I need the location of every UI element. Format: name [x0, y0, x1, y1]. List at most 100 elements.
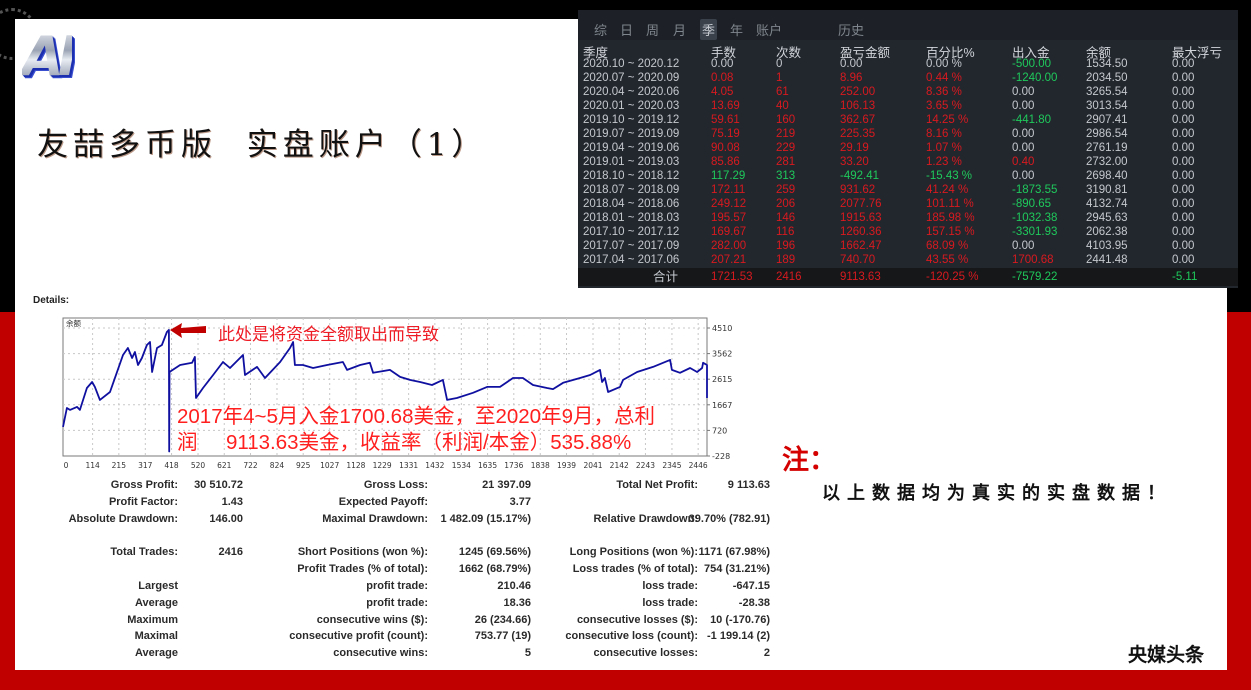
stat-label: profit trade:	[366, 580, 428, 592]
x-axis-ticks: 0 114 215 317 418 520 621 722 824 925 1027 1128 1229…	[64, 461, 708, 470]
value-cell: 0.00	[1172, 128, 1195, 140]
value-cell: 0.00	[1172, 114, 1195, 126]
table-row: 2017.07 ~ 2017.09 282.00 196 1662.47 68.09 %…	[578, 239, 1238, 253]
value-cell: 41.24 %	[926, 184, 969, 196]
value-cell: 185.98 %	[926, 212, 975, 224]
y-tick-label: -228	[712, 452, 730, 461]
value-cell: 2986.54	[1086, 128, 1128, 140]
stat-value: -28.38	[738, 597, 770, 609]
value-cell: -1240.00	[1012, 72, 1058, 84]
value-cell: 225.35	[840, 128, 876, 140]
period-cell: 2018.10 ~ 2018.12	[583, 170, 680, 182]
value-cell: 116	[776, 226, 795, 238]
value-cell: 3265.54	[1086, 86, 1128, 98]
stat-value: 210.46	[497, 580, 531, 592]
total-row: 合计 1721.53 2416 9113.63 -120.25 % -7579.22 -5.…	[578, 268, 1238, 286]
value-cell: 33.20	[840, 156, 869, 168]
value-cell: -1873.55	[1012, 184, 1058, 196]
stat-label: Gross Loss:	[363, 479, 428, 491]
stat-value: 5	[524, 647, 531, 659]
column-header: 盈亏金额	[840, 46, 891, 60]
x-tick-label: 1939	[557, 461, 576, 470]
x-tick-label: 2243	[636, 461, 655, 470]
stat-label: consecutive losses ($):	[576, 614, 698, 626]
period-tabs: 综日周月季年账户 历史	[578, 10, 1238, 40]
chart-corner-label: 余额	[66, 318, 81, 328]
stat-label: Maximal	[134, 630, 178, 642]
stat-value: 21 397.09	[482, 479, 531, 491]
title-panel: AI 友喆多币版 实盘账户（1）	[15, 19, 578, 290]
value-cell: 740.70	[840, 254, 876, 266]
x-tick-label: 1331	[399, 461, 418, 470]
value-cell: 1.07 %	[926, 142, 962, 154]
table-row: 2018.07 ~ 2018.09 172.11 259 931.62 41.24 % -…	[578, 183, 1238, 197]
value-cell: 0.00	[1172, 240, 1195, 252]
value-cell: 8.36 %	[926, 86, 962, 98]
y-tick-label: 3562	[712, 350, 732, 359]
stat-value: -647.15	[732, 580, 770, 592]
tab-5[interactable]: 年	[728, 19, 745, 40]
value-cell: 0.00	[1012, 142, 1035, 154]
value-cell: 0.08	[711, 72, 734, 84]
tab-1[interactable]: 日	[618, 19, 635, 40]
value-cell: 931.62	[840, 184, 876, 196]
stat-value: 26 (234.66)	[474, 614, 531, 626]
tab-7[interactable]: 历史	[836, 19, 866, 40]
watermark: 央媒头条	[1128, 644, 1205, 666]
stat-label: profit trade:	[366, 597, 428, 609]
value-cell: 0.00	[1172, 156, 1195, 168]
period-cell: 2017.07 ~ 2017.09	[583, 240, 680, 252]
tab-6[interactable]: 账户	[754, 19, 784, 40]
tab-0[interactable]: 综	[592, 19, 609, 40]
x-tick-label: 2345	[662, 461, 681, 470]
x-tick-label: 1838	[531, 461, 550, 470]
value-cell: 259	[776, 184, 796, 196]
table-row: 2020.10 ~ 2020.12 0.00 0 0.00 0.00 % -500.00 1…	[578, 57, 1238, 71]
stat-value: 1171 (67.98%)	[698, 546, 770, 558]
y-tick-label: 1667	[712, 401, 732, 410]
tab-4[interactable]: 季	[700, 19, 718, 40]
column-header: 手数	[711, 46, 737, 60]
tab-3[interactable]: 月	[671, 19, 688, 40]
stat-value: 3.77	[509, 496, 531, 508]
value-cell: 75.19	[711, 128, 740, 140]
x-tick-label: 1635	[478, 461, 497, 470]
stat-value: 753.77 (19)	[474, 630, 531, 642]
column-header: 次数	[776, 46, 802, 60]
value-cell: 0.00	[1012, 86, 1035, 98]
x-tick-label: 2142	[610, 461, 629, 470]
period-cell: 2019.10 ~ 2019.12	[583, 114, 680, 126]
stat-label: loss trade:	[642, 597, 698, 609]
table-row: 2018.04 ~ 2018.06 249.12 206 2077.76 101.11 …	[578, 197, 1238, 211]
value-cell: 0.40	[1012, 156, 1035, 168]
tab-2[interactable]: 周	[644, 19, 661, 40]
value-cell: -441.80	[1012, 114, 1052, 126]
stat-label: Absolute Drawdown:	[68, 513, 178, 525]
total-cell: 9113.63	[840, 271, 881, 283]
period-cell: 2018.01 ~ 2018.03	[583, 212, 680, 224]
value-cell: -890.65	[1012, 198, 1052, 210]
value-cell: 1915.63	[840, 212, 882, 224]
value-cell: 146	[776, 212, 796, 224]
y-tick-label: 2615	[712, 375, 732, 384]
value-cell: 101.11 %	[926, 198, 974, 210]
table-row: 2018.10 ~ 2018.12 117.29 313 -492.41 -15.43 …	[578, 169, 1238, 183]
stat-label: Total Trades:	[110, 546, 178, 558]
value-cell: 1	[776, 72, 783, 84]
value-cell: 195.57	[711, 212, 747, 224]
total-cell: -120.25 %	[926, 271, 979, 283]
x-tick-label: 925	[296, 461, 311, 470]
value-cell: 1260.36	[840, 226, 882, 238]
summary-annotation: 2017年4~5月入金1700.68美金，至2020年9月，总利 润 9113.…	[177, 405, 655, 454]
y-axis-ticks: 4510 3562 2615 1667 720 -228	[707, 324, 732, 461]
value-cell: 0.00 %	[926, 58, 962, 70]
value-cell: 252.00	[840, 86, 876, 98]
column-header: 季度	[583, 46, 609, 60]
stat-label: Profit Trades (% of total):	[297, 563, 428, 575]
value-cell: 157.15 %	[926, 226, 975, 238]
value-cell: -492.41	[840, 170, 880, 182]
stat-value: 9 113.63	[727, 479, 770, 491]
stat-value: -1 199.14 (2)	[707, 630, 770, 642]
value-cell: 2761.19	[1086, 142, 1128, 154]
table-row: 2019.07 ~ 2019.09 75.19 219 225.35 8.16 % 0.0…	[578, 127, 1238, 141]
